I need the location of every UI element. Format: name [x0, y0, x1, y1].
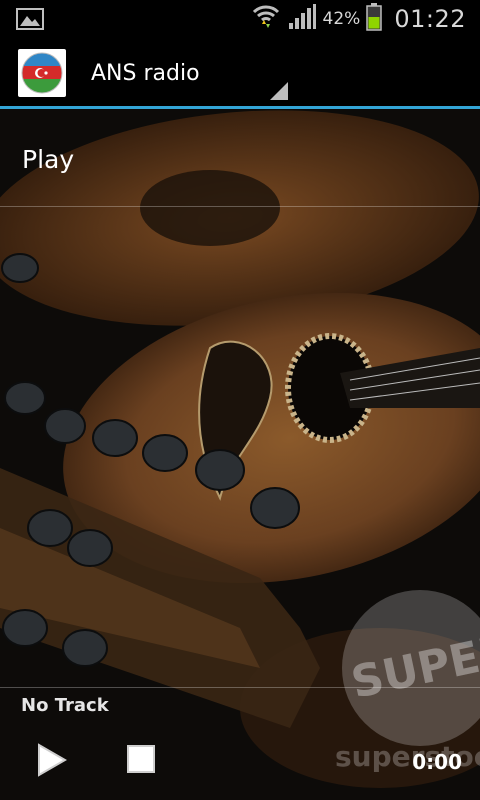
spinner-dropdown-icon[interactable]	[270, 82, 288, 100]
signal-icon	[287, 3, 317, 35]
play-icon	[36, 743, 68, 780]
elapsed-time: 0:00	[412, 750, 462, 774]
status-bar: 42% 01:22	[0, 0, 480, 38]
list-item-label: Play	[22, 145, 75, 174]
clock: 01:22	[394, 5, 466, 33]
app-title-spinner[interactable]: ANS radio	[91, 61, 200, 86]
azerbaijan-flag-icon[interactable]	[18, 49, 66, 97]
player-divider	[0, 687, 480, 688]
list-item-play[interactable]: Play	[0, 109, 480, 206]
stop-button[interactable]	[126, 744, 156, 774]
battery-percent: 42%	[322, 9, 361, 29]
wifi-icon	[251, 2, 281, 36]
play-button[interactable]	[36, 743, 68, 777]
track-title: No Track	[21, 695, 109, 716]
image-notification-icon	[16, 7, 44, 35]
stop-icon	[126, 745, 156, 777]
battery-icon	[366, 3, 383, 35]
list-divider	[0, 206, 480, 207]
action-bar: ANS radio	[0, 38, 480, 109]
